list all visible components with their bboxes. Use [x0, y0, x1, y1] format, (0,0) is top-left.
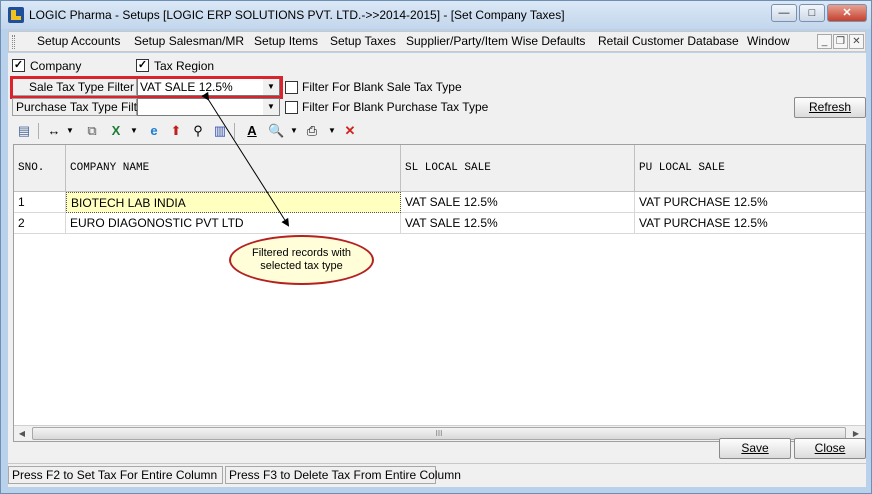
grid-header: SNO. COMPANY NAME SL LOCAL SALE PU LOCAL… [14, 145, 865, 192]
mdi-minimize-button[interactable]: _ [817, 34, 832, 49]
cell-sno[interactable]: 2 [14, 213, 66, 234]
close-button-label: Close [814, 441, 846, 455]
tax-region-checkbox-label: Tax Region [154, 59, 215, 73]
menu-setup-items[interactable]: Setup Items [254, 34, 318, 48]
title-bar: LOGIC Pharma - Setups [LOGIC ERP SOLUTIO… [1, 1, 871, 29]
menu-window[interactable]: Window [747, 34, 790, 48]
logic-app-icon [8, 7, 24, 23]
app-window: LOGIC Pharma - Setups [LOGIC ERP SOLUTIO… [0, 0, 872, 494]
chevron-down-icon[interactable]: ▼ [263, 99, 279, 115]
cell-pu-local-sale[interactable]: VAT PURCHASE 12.5% [635, 192, 865, 213]
cell-sno[interactable]: 1 [14, 192, 66, 213]
chevron-down-icon[interactable]: ▼ [324, 123, 340, 139]
toolbar-separator [234, 123, 235, 139]
column-chooser-icon[interactable]: ▤ [16, 123, 32, 139]
close-window-button[interactable]: ✕ [827, 4, 867, 22]
window-title: LOGIC Pharma - Setups [LOGIC ERP SOLUTIO… [29, 8, 565, 22]
text-format-icon[interactable]: A [244, 123, 260, 139]
highlight-annotation [10, 76, 283, 99]
cell-company-name[interactable]: BIOTECH LAB INDIA [66, 192, 401, 213]
column-header-company-name[interactable]: COMPANY NAME [66, 145, 401, 191]
chevron-down-icon[interactable]: ▼ [62, 123, 78, 139]
purchase-tax-filter-label: Purchase Tax Type Filter [12, 98, 148, 116]
status-bar: Press F2 to Set Tax For Entire Column Pr… [8, 463, 866, 485]
column-header-sno[interactable]: SNO. [14, 145, 66, 191]
status-f3-hint: Press F3 to Delete Tax From Entire Colum… [225, 466, 461, 484]
tax-region-checkbox[interactable]: ✓ [136, 59, 149, 72]
blank-purchase-tax-label: Filter For Blank Purchase Tax Type [302, 100, 489, 114]
column-header-sl-local-sale[interactable]: SL LOCAL SALE [401, 145, 635, 191]
print-icon[interactable]: ⎙ [304, 123, 320, 139]
set-company-taxes-form: ✓ Company ✓ Tax Region Sale Tax Type Fil… [8, 53, 866, 487]
chart-icon[interactable]: ▥ [212, 123, 228, 139]
cell-sl-local-sale[interactable]: VAT SALE 12.5% [401, 192, 635, 213]
company-checkbox-label: Company [30, 59, 82, 73]
blank-sale-tax-checkbox[interactable] [285, 81, 298, 94]
copy-icon[interactable]: ⧉ [84, 123, 100, 139]
close-button[interactable]: Close [794, 438, 866, 459]
toolbar-separator [38, 123, 39, 139]
save-button-label: Save [741, 441, 769, 455]
refresh-button[interactable]: Refresh [794, 97, 866, 118]
cell-sl-local-sale[interactable]: VAT SALE 12.5% [401, 213, 635, 234]
grid-toolbar: ▤ ↔ ▼ ⧉ X ▼ e ⬆ ⚲ ▥ A 🔍 ▼ ⎙ ▼ ✕ [8, 120, 866, 142]
print-preview-icon[interactable]: 🔍 [268, 123, 284, 139]
blank-sale-tax-label: Filter For Blank Sale Tax Type [302, 80, 462, 94]
mdi-restore-button[interactable]: ❐ [833, 34, 848, 49]
minimize-button[interactable]: — [771, 4, 797, 22]
delete-icon[interactable]: ✕ [342, 123, 358, 139]
find-icon[interactable]: ⚲ [190, 123, 206, 139]
column-header-pu-local-sale[interactable]: PU LOCAL SALE [635, 145, 865, 191]
company-checkbox[interactable]: ✓ [12, 59, 25, 72]
move-icon[interactable]: ↔ [46, 123, 62, 139]
table-row[interactable]: 1 BIOTECH LAB INDIA VAT SALE 12.5% VAT P… [14, 192, 865, 213]
internet-explorer-icon[interactable]: e [146, 123, 162, 139]
upload-icon[interactable]: ⬆ [168, 123, 184, 139]
chevron-down-icon[interactable]: ▼ [126, 123, 142, 139]
status-f2-hint: Press F2 to Set Tax For Entire Column [8, 466, 223, 484]
chevron-down-icon[interactable]: ▼ [286, 123, 302, 139]
excel-icon[interactable]: X [108, 123, 124, 139]
cell-pu-local-sale[interactable]: VAT PURCHASE 12.5% [635, 213, 865, 234]
maximize-button[interactable]: □ [799, 4, 825, 22]
table-row[interactable]: 2 EURO DIAGONOSTIC PVT LTD VAT SALE 12.5… [14, 213, 865, 234]
purchase-tax-filter-combo[interactable]: ▼ [137, 98, 280, 116]
blank-purchase-tax-checkbox[interactable] [285, 101, 298, 114]
menu-retail-customer-db[interactable]: Retail Customer Database [598, 34, 739, 48]
menu-bar: Setup Accounts Setup Salesman/MR Setup I… [8, 31, 866, 52]
annotation-callout: Filtered records with selected tax type [229, 235, 374, 285]
menu-supplier-defaults[interactable]: Supplier/Party/Item Wise Defaults [406, 34, 585, 48]
menu-setup-taxes[interactable]: Setup Taxes [330, 34, 396, 48]
save-button[interactable]: Save [719, 438, 791, 459]
company-taxes-grid[interactable]: SNO. COMPANY NAME SL LOCAL SALE PU LOCAL… [13, 144, 866, 442]
refresh-button-label: Refresh [808, 100, 852, 114]
menu-setup-accounts[interactable]: Setup Accounts [37, 34, 120, 48]
scroll-left-icon[interactable]: ◀ [14, 426, 30, 441]
menu-grip-icon [12, 35, 15, 49]
menu-setup-salesman[interactable]: Setup Salesman/MR [134, 34, 244, 48]
cell-company-name[interactable]: EURO DIAGONOSTIC PVT LTD [66, 213, 401, 234]
mdi-close-button[interactable]: ✕ [849, 34, 864, 49]
